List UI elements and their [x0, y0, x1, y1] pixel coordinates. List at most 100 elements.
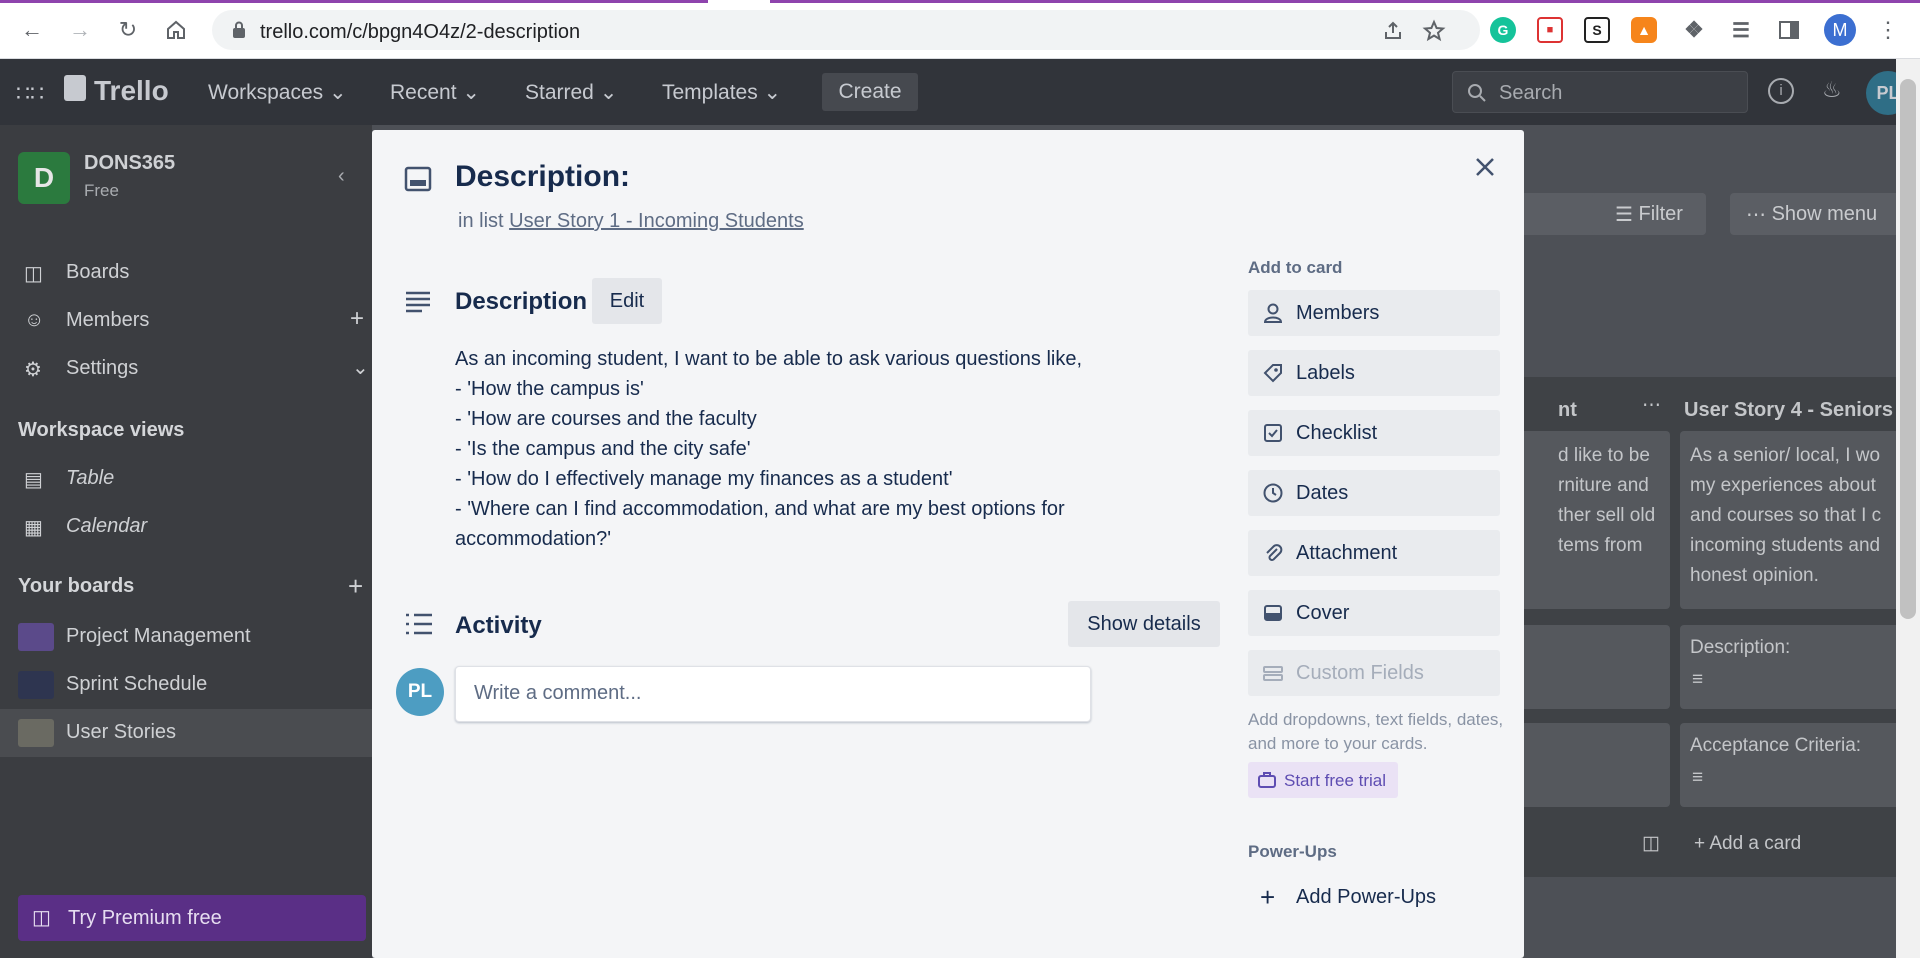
add-board-icon[interactable]: + [348, 571, 363, 602]
page-scrollbar[interactable] [1896, 59, 1920, 958]
start-free-trial-button[interactable]: Start free trial [1248, 762, 1398, 798]
list-card[interactable]: Acceptance Criteria: ≡ [1680, 723, 1920, 807]
trello-header: ∷∷ Trello Workspaces ⌄ Recent ⌄ Starred … [0, 59, 1920, 125]
members-label: Members [1296, 302, 1380, 324]
list-card[interactable]: Description: ≡ [1680, 625, 1920, 709]
collapse-sidebar-icon[interactable]: ‹ [338, 165, 345, 188]
show-menu-button[interactable]: ⋯ Show menu [1730, 193, 1920, 235]
list-title: nt [1558, 399, 1577, 421]
extension-icon[interactable]: ■ [1537, 17, 1563, 43]
description-line: - 'Is the campus and the city safe' [455, 438, 751, 460]
sidebar-item-settings[interactable]: Settings [66, 357, 138, 380]
back-icon[interactable]: ← [16, 14, 48, 46]
card-text-line: ther sell old [1558, 505, 1656, 526]
close-icon[interactable] [1470, 152, 1500, 182]
checklist-button[interactable]: Checklist [1248, 410, 1500, 456]
card-title: Acceptance Criteria: [1690, 735, 1862, 756]
menu-templates[interactable]: Templates ⌄ [662, 80, 781, 105]
board-thumbnail [18, 671, 54, 699]
custom-fields-button[interactable]: Custom Fields [1248, 650, 1500, 696]
profile-avatar[interactable]: M [1824, 14, 1856, 46]
custom-fields-label: Custom Fields [1296, 662, 1424, 684]
members-button[interactable]: Members [1248, 290, 1500, 336]
dates-button[interactable]: Dates [1248, 470, 1500, 516]
share-icon[interactable] [1382, 20, 1404, 42]
trello-logo-text[interactable]: Trello [94, 75, 169, 107]
metamask-icon[interactable]: ▲ [1631, 17, 1657, 43]
card-text-line: incoming students and [1690, 535, 1881, 556]
list-link[interactable]: User Story 1 - Incoming Students [509, 210, 804, 232]
add-powerups-button[interactable]: + Add Power-Ups [1248, 876, 1500, 916]
browser-toolbar: ← → ↻ trello.com/c/bpgn4O4z/2-descriptio… [0, 0, 1920, 59]
labels-button[interactable]: Labels [1248, 350, 1500, 396]
sidebar-board-sprint-schedule[interactable]: Sprint Schedule [66, 673, 207, 696]
chevron-down-icon[interactable]: ⌄ [352, 355, 369, 380]
filter-button[interactable]: ☰ Filter [1592, 193, 1706, 235]
side-panel-icon[interactable] [1776, 17, 1802, 43]
board-thumbnail [18, 719, 54, 747]
info-icon[interactable]: i [1768, 78, 1794, 104]
address-bar[interactable]: trello.com/c/bpgn4O4z/2-description [212, 10, 1480, 50]
list-card[interactable]: As a senior/ local, I wo my experiences … [1680, 431, 1920, 609]
s-extension-icon[interactable]: S [1584, 17, 1610, 43]
kebab-menu-icon[interactable]: ⋮ [1872, 14, 1904, 46]
description-line: - 'How do I effectively manage my financ… [455, 468, 953, 490]
briefcase-icon: ◫ [32, 907, 51, 929]
cover-button[interactable]: Cover [1248, 590, 1500, 636]
add-to-card-heading: Add to card [1248, 258, 1343, 277]
show-details-button[interactable]: Show details [1068, 601, 1220, 647]
grammarly-icon[interactable]: G [1490, 17, 1516, 43]
boards-icon: ◫ [24, 263, 43, 285]
sidebar-item-members[interactable]: Members [66, 309, 149, 332]
sidebar-view-calendar[interactable]: Calendar [66, 515, 147, 538]
sidebar-board-user-stories[interactable]: User Stories [66, 721, 176, 744]
description-line: - 'How the campus is' [455, 378, 644, 400]
cover-icon [1264, 605, 1282, 621]
add-card-button[interactable]: + Add a card [1694, 829, 1801, 859]
forward-icon[interactable]: → [64, 14, 96, 46]
try-premium-button[interactable]: ◫ Try Premium free [18, 895, 366, 941]
checklist-label: Checklist [1296, 422, 1378, 444]
card-title: Description: [1690, 637, 1791, 658]
description-text[interactable]: As an incoming student, I want to be abl… [455, 344, 1135, 554]
sidebar-view-table[interactable]: Table [66, 467, 114, 490]
home-icon[interactable] [160, 14, 192, 46]
workspace-plan: Free [84, 181, 119, 200]
sidebar-board-project-management[interactable]: Project Management [66, 625, 251, 648]
card-list-info: in list User Story 1 - Incoming Students [458, 210, 804, 233]
comment-field[interactable] [455, 666, 1091, 722]
media-queue-icon[interactable]: ☰ [1728, 17, 1754, 43]
card-title[interactable]: Description: [455, 160, 630, 194]
attachment-button[interactable]: Attachment [1248, 530, 1500, 576]
card-icon [404, 166, 432, 192]
add-member-icon[interactable]: + [350, 305, 364, 333]
list-menu-icon[interactable]: ⋯ [1642, 391, 1661, 421]
card-detail-modal: Description: in list User Story 1 - Inco… [372, 130, 1524, 958]
create-button[interactable]: Create [822, 73, 918, 111]
edit-description-button[interactable]: Edit [592, 278, 662, 324]
card-text-line: d like to be [1558, 445, 1650, 466]
reload-icon[interactable]: ↻ [112, 14, 144, 46]
menu-workspaces[interactable]: Workspaces ⌄ [208, 80, 347, 105]
in-list-prefix: in list [458, 210, 504, 232]
extensions-puzzle-icon[interactable]: ❖ [1681, 17, 1707, 43]
comment-input[interactable] [474, 682, 1074, 705]
notification-bell-icon[interactable]: ♨ [1822, 77, 1842, 103]
commenter-avatar[interactable]: PL [396, 668, 444, 716]
sidebar-item-boards[interactable]: Boards [66, 261, 129, 284]
scrollbar-thumb[interactable] [1900, 79, 1916, 619]
template-card-icon[interactable]: ◫ [1642, 829, 1660, 859]
search-icon [1468, 84, 1486, 102]
menu-starred[interactable]: Starred ⌄ [525, 80, 617, 105]
search-input[interactable]: Search [1452, 71, 1748, 113]
add-powerups-label: Add Power-Ups [1296, 886, 1437, 908]
labels-label: Labels [1296, 362, 1355, 384]
description-line: - 'Where can I find accommodation, and w… [455, 498, 1065, 550]
tab-accent-bar [0, 0, 1920, 3]
menu-recent[interactable]: Recent ⌄ [390, 80, 480, 105]
star-bookmark-icon[interactable] [1422, 19, 1446, 43]
description-line: - 'How are courses and the faculty [455, 408, 757, 430]
app-switcher-icon[interactable]: ∷∷ [16, 81, 44, 107]
activity-icon [406, 613, 432, 635]
active-board-highlight [0, 709, 372, 757]
